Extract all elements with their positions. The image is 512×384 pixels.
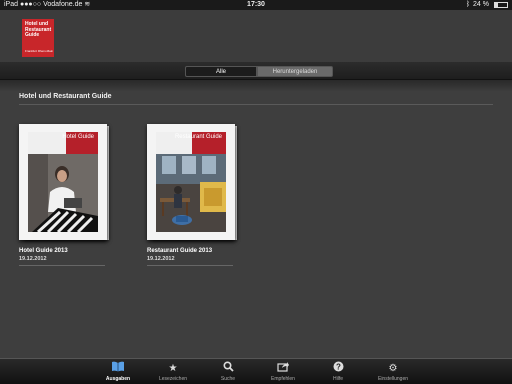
book-date: 19.12.2012 bbox=[147, 256, 175, 262]
segment-bar: Alle Heruntergeladen bbox=[0, 62, 512, 80]
tab-label: Lesezeichen bbox=[158, 376, 188, 382]
hotel-guide-cover-image bbox=[28, 132, 98, 232]
tab-label: Empfehlen bbox=[271, 376, 295, 382]
battery-fill bbox=[495, 3, 498, 7]
tab-label: Ausgaben bbox=[105, 376, 131, 382]
tab-label: Hilfe bbox=[332, 376, 343, 382]
app-header: Hotel und Restaurant Guide Frankfurt Rhe… bbox=[0, 10, 512, 62]
tab-label: Einstellungen bbox=[377, 376, 409, 382]
search-icon bbox=[198, 361, 258, 376]
tab-bar: Ausgaben ★ Lesezeichen Suche Empfehlen ?… bbox=[0, 358, 512, 384]
cover-stack[interactable]: Restaurant Guide bbox=[147, 124, 239, 242]
header-shadow bbox=[0, 80, 512, 92]
gear-icon: ⚙ bbox=[388, 363, 398, 374]
restaurant-guide-cover-label: Restaurant Guide bbox=[174, 134, 222, 140]
book-divider bbox=[147, 265, 233, 266]
battery-percent: 24 % bbox=[473, 1, 489, 8]
tab-lesezeichen[interactable]: ★ Lesezeichen bbox=[143, 359, 203, 384]
book-date: 19.12.2012 bbox=[19, 256, 47, 262]
tab-ausgaben[interactable]: Ausgaben bbox=[88, 359, 148, 384]
clock: 17:30 bbox=[247, 1, 265, 8]
battery-icon bbox=[494, 2, 508, 8]
tab-label: Suche bbox=[220, 376, 236, 382]
section-divider bbox=[19, 104, 493, 105]
status-right: ᛒ 24 % bbox=[466, 0, 508, 10]
book-icon bbox=[88, 361, 148, 376]
segment-all[interactable]: Alle bbox=[185, 66, 257, 77]
bookmark-star-icon: ★ bbox=[168, 363, 178, 374]
bluetooth-icon: ᛒ bbox=[465, 1, 471, 8]
section-title: Hotel und Restaurant Guide bbox=[19, 93, 112, 100]
book-title[interactable]: Hotel Guide 2013 bbox=[19, 248, 111, 254]
hotel-guide-cover-label: Hotel Guide bbox=[62, 134, 94, 140]
hotel-guide-cover[interactable]: Hotel Guide bbox=[19, 124, 107, 240]
tab-suche[interactable]: Suche bbox=[198, 359, 258, 384]
book-title[interactable]: Restaurant Guide 2013 bbox=[147, 248, 239, 254]
app-logo: Hotel und Restaurant Guide Frankfurt Rhe… bbox=[22, 19, 54, 57]
status-bar: iPad ●●●○○ Vodafone.de ≋ 17:30 ᛒ 24 % bbox=[0, 0, 512, 10]
restaurant-guide-cover-image bbox=[156, 132, 226, 232]
logo-tagline: Frankfurt Rhein-Main bbox=[25, 48, 54, 53]
publication-restaurant-guide[interactable]: Restaurant Guide Restaurant Guide 2013 1… bbox=[147, 124, 239, 266]
share-icon bbox=[253, 361, 313, 376]
svg-text:?: ? bbox=[336, 362, 341, 371]
tab-empfehlen[interactable]: Empfehlen bbox=[253, 359, 313, 384]
help-icon: ? bbox=[308, 361, 368, 376]
publication-hotel-guide[interactable]: Hotel Guide Hotel Guide 2013 19.12.2012 bbox=[19, 124, 111, 266]
logo-line-3: Guide bbox=[25, 32, 40, 38]
segment-downloaded[interactable]: Heruntergeladen bbox=[257, 66, 333, 77]
tab-einstellungen[interactable]: ⚙ Einstellungen bbox=[363, 359, 423, 384]
tab-hilfe[interactable]: ? Hilfe bbox=[308, 359, 368, 384]
book-divider bbox=[19, 265, 105, 266]
restaurant-guide-cover[interactable]: Restaurant Guide bbox=[147, 124, 235, 240]
cover-stack[interactable]: Hotel Guide bbox=[19, 124, 111, 242]
